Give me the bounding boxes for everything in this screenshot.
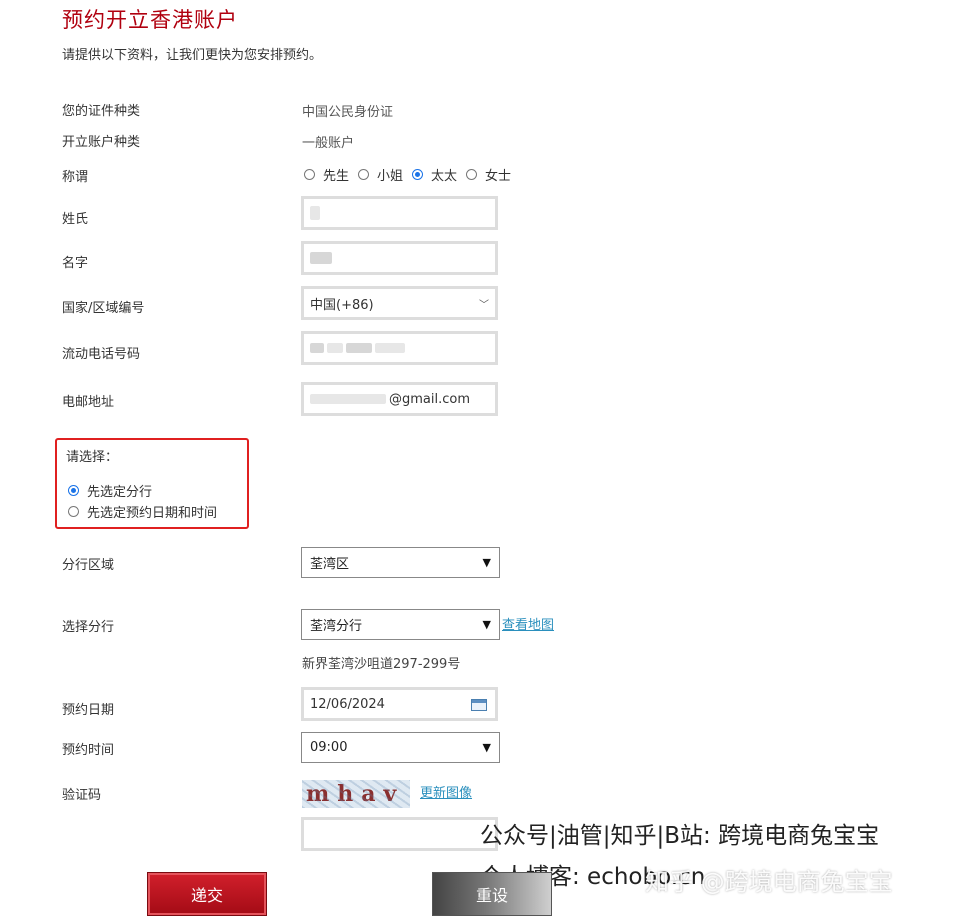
- mobile-input[interactable]: [301, 331, 498, 365]
- choose-option-branch[interactable]: 先选定分行: [68, 481, 152, 500]
- chevron-down-icon: ▼: [482, 618, 491, 631]
- radio-selected-icon[interactable]: [412, 169, 424, 180]
- salutation-option-miss[interactable]: 小姐: [358, 165, 403, 184]
- submit-button[interactable]: 递交: [147, 872, 267, 916]
- chevron-down-icon: ▼: [482, 741, 491, 754]
- captcha-input[interactable]: [301, 817, 498, 851]
- account-type-value: 一般账户: [302, 136, 355, 151]
- time-label: 预约时间: [62, 743, 115, 758]
- captcha-image: mhav: [302, 780, 410, 808]
- reset-button[interactable]: 重设: [432, 872, 552, 916]
- surname-label: 姓氏: [62, 212, 89, 227]
- branch-region-label: 分行区域: [62, 558, 115, 573]
- branch-label: 选择分行: [62, 620, 115, 635]
- salutation-option-mrs[interactable]: 太太: [412, 165, 457, 184]
- branch-select[interactable]: 荃湾分行 ▼: [301, 609, 500, 640]
- watermark-line-1: 公众号|油管|知乎|B站: 跨境电商兔宝宝: [480, 823, 880, 849]
- page-subtitle: 请提供以下资料，让我们更快为您安排预约。: [62, 48, 323, 63]
- redacted-text: [310, 343, 324, 353]
- salutation-radio-group: 先生 小姐 太太 女士: [304, 165, 520, 184]
- redacted-text: [310, 394, 386, 404]
- redacted-text: [310, 206, 320, 220]
- date-label: 预约日期: [62, 703, 115, 718]
- redacted-text: [310, 252, 332, 264]
- page-title: 预约开立香港账户: [62, 8, 238, 32]
- branch-region-select[interactable]: 荃湾区 ▼: [301, 547, 500, 578]
- radio-icon[interactable]: [466, 169, 478, 180]
- date-input[interactable]: 12/06/2024: [301, 687, 498, 721]
- surname-input[interactable]: [301, 196, 498, 230]
- captcha-label: 验证码: [62, 788, 102, 803]
- email-label: 电邮地址: [62, 395, 115, 410]
- given-name-label: 名字: [62, 256, 89, 271]
- calendar-icon[interactable]: [471, 699, 487, 711]
- watermark-overlay: 知乎 @跨境电商兔宝宝: [645, 868, 893, 896]
- radio-selected-icon[interactable]: [68, 485, 79, 496]
- account-type-label: 开立账户种类: [62, 135, 141, 150]
- id-type-value: 中国公民身份证: [302, 105, 394, 120]
- time-select[interactable]: 09:00 ▼: [301, 732, 500, 763]
- id-type-label: 您的证件种类: [62, 104, 141, 119]
- view-map-link[interactable]: 查看地图: [502, 614, 554, 633]
- email-input[interactable]: @gmail.com: [301, 382, 498, 416]
- chevron-down-icon: ▼: [482, 556, 491, 569]
- radio-icon[interactable]: [358, 169, 370, 180]
- salutation-label: 称谓: [62, 170, 89, 185]
- chevron-down-icon: ﹀: [479, 299, 489, 311]
- country-code-select[interactable]: 中国(+86) ﹀: [301, 286, 498, 320]
- salutation-option-mr[interactable]: 先生: [304, 165, 349, 184]
- radio-icon[interactable]: [304, 169, 315, 180]
- choose-title: 请选择：: [66, 450, 119, 465]
- given-name-input[interactable]: [301, 241, 498, 275]
- choose-option-datetime[interactable]: 先选定预约日期和时间: [68, 502, 217, 521]
- salutation-option-ms[interactable]: 女士: [466, 165, 511, 184]
- country-code-label: 国家/区域编号: [62, 301, 145, 316]
- radio-icon[interactable]: [68, 506, 79, 517]
- branch-address: 新界荃湾沙咀道297-299号: [302, 657, 461, 672]
- mobile-label: 流动电话号码: [62, 347, 141, 362]
- refresh-captcha-link[interactable]: 更新图像: [420, 782, 472, 801]
